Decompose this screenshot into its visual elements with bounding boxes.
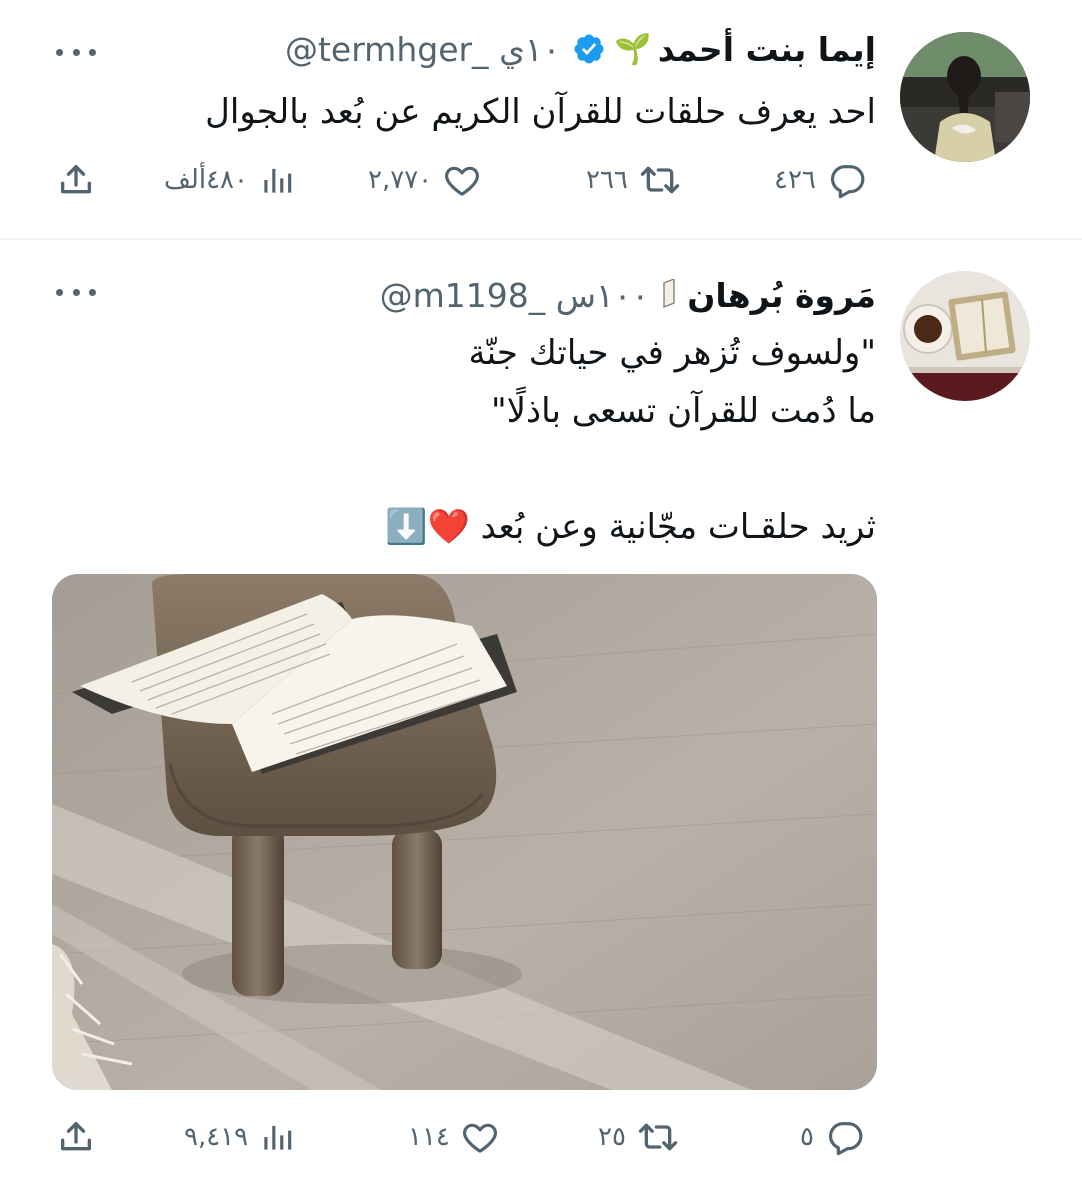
more-icon[interactable] bbox=[56, 284, 96, 300]
tweet-header: مَروة بُرهان @m1198_ ١٠٠س bbox=[380, 270, 876, 320]
retweet-button[interactable]: ٢٥ bbox=[598, 1115, 680, 1159]
reply-count: ٥ bbox=[800, 1122, 814, 1152]
quran-on-stool-photo bbox=[52, 574, 877, 1090]
share-icon bbox=[61, 1122, 92, 1151]
tweet-text: "ولسوف تُزهر في حياتك جنّة ما دُمت للقرآ… bbox=[385, 333, 876, 547]
handle-time[interactable]: @m1198_ ١٠٠س bbox=[380, 276, 650, 315]
views-icon bbox=[264, 1125, 292, 1150]
avatar[interactable] bbox=[900, 271, 1030, 401]
retweet-icon bbox=[638, 1123, 678, 1151]
views-button[interactable]: ٩,٤١٩ bbox=[184, 1115, 296, 1159]
reply-button[interactable]: ٥ bbox=[800, 1115, 866, 1159]
label-badge-icon bbox=[661, 279, 677, 311]
like-button[interactable]: ١١٤ bbox=[408, 1115, 500, 1159]
tweet-image[interactable] bbox=[52, 574, 877, 1090]
like-count: ١١٤ bbox=[408, 1122, 450, 1152]
tweet-actions: ٩,٤١٩ ١١٤ ٢٥ ٥ bbox=[56, 1115, 876, 1159]
tweet[interactable]: مَروة بُرهان @m1198_ ١٠٠س "ولسوف تُزهر ف… bbox=[0, 0, 1082, 1200]
views-count: ٩,٤١٩ bbox=[184, 1122, 249, 1152]
reply-icon bbox=[828, 1122, 863, 1156]
retweet-count: ٢٥ bbox=[598, 1122, 626, 1152]
display-name[interactable]: مَروة بُرهان bbox=[687, 276, 876, 315]
share-button[interactable] bbox=[56, 1115, 96, 1159]
like-icon bbox=[462, 1123, 497, 1153]
avatar-photo bbox=[900, 271, 1030, 401]
